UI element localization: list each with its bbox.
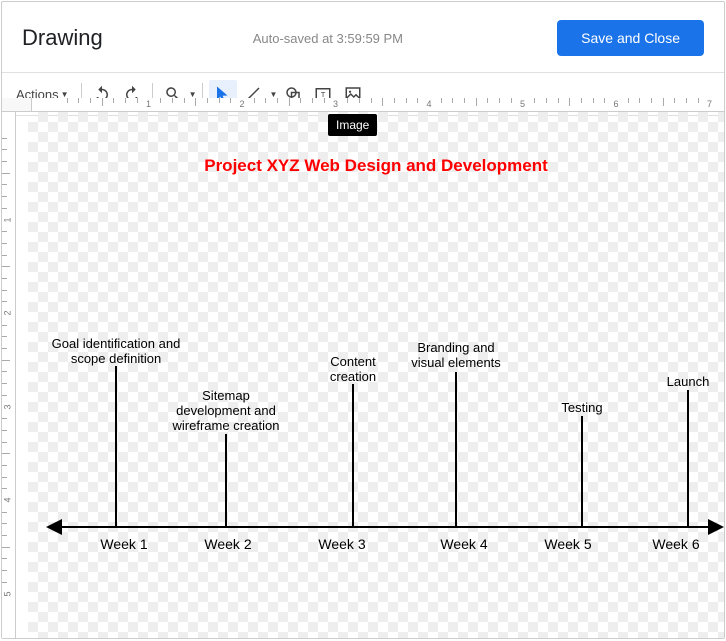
- ruler-number: 1: [146, 99, 151, 109]
- drawing-canvas[interactable]: Project XYZ Web Design and Development G…: [28, 112, 724, 638]
- ruler-number: 3: [333, 99, 338, 109]
- ruler-number: 3: [3, 404, 13, 409]
- milestone-label: Contentcreation: [330, 354, 376, 384]
- milestone-line: [115, 366, 117, 526]
- horizontal-ruler: 1 2 3 4 5 6 7: [32, 98, 724, 112]
- dialog-title: Drawing: [22, 25, 103, 51]
- ruler-number: 4: [3, 497, 13, 502]
- milestone-line: [581, 416, 583, 526]
- axis-arrow-right: [708, 519, 724, 535]
- week-label[interactable]: Week 4: [440, 536, 487, 552]
- milestone-line: [352, 384, 354, 526]
- ruler-number: 5: [520, 99, 525, 109]
- milestone-label: Sitemapdevelopment andwireframe creation: [173, 388, 280, 433]
- canvas-wrap: Project XYZ Web Design and Development G…: [16, 112, 724, 638]
- week-label[interactable]: Week 1: [100, 536, 147, 552]
- milestone-label: Testing: [561, 400, 602, 415]
- save-and-close-button[interactable]: Save and Close: [557, 20, 704, 56]
- ruler-number: 6: [613, 99, 618, 109]
- week-label[interactable]: Week 6: [652, 536, 699, 552]
- week-label[interactable]: Week 3: [318, 536, 365, 552]
- ruler-corner: [2, 98, 32, 112]
- autosave-status: Auto-saved at 3:59:59 PM: [253, 31, 557, 46]
- milestone-label: Launch: [667, 374, 710, 389]
- drawing-modal: Drawing Auto-saved at 3:59:59 PM Save an…: [1, 1, 725, 639]
- ruler-number: 4: [426, 99, 431, 109]
- ruler-number: 2: [239, 99, 244, 109]
- ruler-number: 2: [3, 310, 13, 315]
- milestone-label: Branding andvisual elements: [411, 340, 501, 370]
- header: Drawing Auto-saved at 3:59:59 PM Save an…: [2, 2, 724, 72]
- milestone-label: Goal identification andscope definition: [52, 336, 181, 366]
- milestone-line: [687, 390, 689, 526]
- ruler-number: 7: [707, 99, 712, 109]
- drawing-heading[interactable]: Project XYZ Web Design and Development: [204, 156, 548, 176]
- axis-line: [54, 526, 722, 528]
- week-label[interactable]: Week 2: [204, 536, 251, 552]
- week-label[interactable]: Week 5: [544, 536, 591, 552]
- vertical-ruler: 1 2 3 4 5: [2, 112, 16, 638]
- ruler-number: 1: [3, 217, 13, 222]
- ruler-number: 5: [3, 591, 13, 596]
- image-tooltip: Image: [328, 114, 377, 136]
- milestone-line: [455, 372, 457, 526]
- timeline-axis[interactable]: [46, 516, 724, 540]
- milestone-line: [225, 434, 227, 526]
